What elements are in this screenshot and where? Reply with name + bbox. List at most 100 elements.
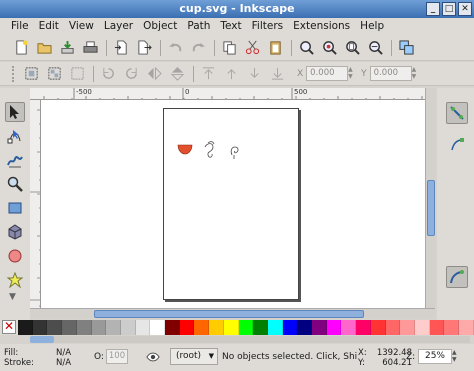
close-button[interactable]: ✕ xyxy=(458,2,472,16)
deselect-button[interactable] xyxy=(68,64,87,83)
spiral-curve-shape[interactable] xyxy=(204,143,214,158)
fill-value[interactable]: N/A xyxy=(56,348,71,358)
color-swatch[interactable] xyxy=(370,320,386,335)
color-swatch[interactable] xyxy=(444,320,460,335)
layer-dropdown[interactable]: (root) ▼ xyxy=(170,348,218,365)
horizontal-scroll-thumb[interactable] xyxy=(94,310,364,318)
color-swatch[interactable] xyxy=(18,320,33,335)
layer-visibility-eye-icon[interactable] xyxy=(146,350,160,364)
snap-nodes-toggle[interactable] xyxy=(446,266,468,288)
zoom-width-button[interactable] xyxy=(366,38,385,57)
color-swatch[interactable] xyxy=(253,320,268,335)
print-button[interactable] xyxy=(81,38,100,57)
color-swatch[interactable] xyxy=(297,320,313,335)
maximize-button[interactable]: □ xyxy=(442,2,456,16)
more-tools-chevron-icon[interactable]: ▼ xyxy=(9,292,16,302)
vertical-scrollbar[interactable] xyxy=(425,88,435,308)
flip-horizontal-button[interactable] xyxy=(145,64,164,83)
color-swatch[interactable] xyxy=(47,320,63,335)
color-swatch[interactable] xyxy=(385,320,401,335)
drawing-canvas[interactable] xyxy=(41,100,425,308)
zoom-stepper[interactable]: ▲ ▼ xyxy=(452,349,460,364)
lower-to-bottom-button[interactable] xyxy=(268,64,287,83)
menu-edit[interactable]: Edit xyxy=(34,18,64,35)
color-swatch[interactable] xyxy=(459,320,474,335)
menu-help[interactable]: Help xyxy=(355,18,389,35)
menu-view[interactable]: View xyxy=(64,18,99,35)
menu-text[interactable]: Text xyxy=(215,18,246,35)
y-coord-input[interactable]: 0.000 xyxy=(369,66,412,81)
color-swatch[interactable] xyxy=(414,320,430,335)
color-swatch[interactable] xyxy=(62,320,77,335)
3d-box-tool[interactable] xyxy=(5,222,25,242)
cut-button[interactable] xyxy=(243,38,262,57)
color-swatch[interactable] xyxy=(429,320,445,335)
snap-bbox-toggle[interactable] xyxy=(446,134,468,156)
x-coord-input[interactable]: 0.000 xyxy=(306,66,349,81)
color-swatch[interactable] xyxy=(238,320,254,335)
raise-to-top-button[interactable] xyxy=(199,64,218,83)
color-swatch[interactable] xyxy=(150,320,166,335)
document-page[interactable] xyxy=(163,108,299,300)
color-swatch[interactable] xyxy=(106,320,121,335)
save-button[interactable] xyxy=(58,38,77,57)
color-swatch[interactable] xyxy=(356,320,371,335)
copy-button[interactable] xyxy=(220,38,239,57)
menu-object[interactable]: Object xyxy=(138,18,182,35)
node-tool[interactable] xyxy=(5,126,25,146)
duplicate-button[interactable] xyxy=(397,38,416,57)
menu-path[interactable]: Path xyxy=(182,18,215,35)
no-paint-swatch[interactable] xyxy=(2,319,16,334)
palette-scrollbar[interactable] xyxy=(30,336,470,343)
ellipse-tool[interactable] xyxy=(5,246,25,266)
select-all-button[interactable] xyxy=(22,64,41,83)
color-swatch[interactable] xyxy=(135,320,151,335)
paste-button[interactable] xyxy=(266,38,285,57)
zoom-input[interactable]: 25% xyxy=(418,349,452,364)
color-swatch[interactable] xyxy=(165,320,180,335)
color-swatch[interactable] xyxy=(312,320,327,335)
vertical-ruler[interactable] xyxy=(30,100,41,308)
menu-extensions[interactable]: Extensions xyxy=(288,18,355,35)
zoom-tool[interactable] xyxy=(5,174,25,194)
zoom-selection-button[interactable] xyxy=(297,38,316,57)
x-coord-stepper[interactable]: ▲ ▼ xyxy=(348,66,355,81)
export-button[interactable] xyxy=(135,38,154,57)
y-coord-stepper[interactable]: ▲ ▼ xyxy=(412,66,419,81)
color-swatch[interactable] xyxy=(223,320,239,335)
rotate-ccw-button[interactable] xyxy=(99,64,118,83)
color-swatch[interactable] xyxy=(76,320,92,335)
palette-scroll-thumb[interactable] xyxy=(30,336,54,343)
open-button[interactable] xyxy=(35,38,54,57)
stroke-value[interactable]: N/A xyxy=(56,358,71,368)
cup-bowl-shape[interactable] xyxy=(177,144,193,155)
select-all-layers-button[interactable] xyxy=(45,64,64,83)
flip-vertical-button[interactable] xyxy=(168,64,187,83)
color-swatch[interactable] xyxy=(267,320,283,335)
rotate-cw-button[interactable] xyxy=(122,64,141,83)
star-tool[interactable] xyxy=(5,270,25,290)
color-swatch[interactable] xyxy=(282,320,298,335)
swirl-shape[interactable] xyxy=(230,146,239,159)
color-swatch[interactable] xyxy=(194,320,210,335)
raise-button[interactable] xyxy=(222,64,241,83)
color-swatch[interactable] xyxy=(32,320,48,335)
opacity-input[interactable]: 100 xyxy=(106,349,128,364)
redo-button[interactable] xyxy=(189,38,208,57)
tweak-tool[interactable] xyxy=(5,150,25,170)
color-swatch[interactable] xyxy=(400,320,415,335)
horizontal-ruler[interactable]: -500 0 500 xyxy=(30,88,430,100)
undo-button[interactable] xyxy=(166,38,185,57)
rectangle-tool[interactable] xyxy=(5,198,25,218)
color-swatch[interactable] xyxy=(120,320,136,335)
color-swatch[interactable] xyxy=(341,320,357,335)
selector-tool[interactable] xyxy=(5,102,25,122)
menu-filters[interactable]: Filters xyxy=(247,18,288,35)
zoom-page-button[interactable] xyxy=(343,38,362,57)
minimize-button[interactable]: _ xyxy=(426,2,440,16)
enable-snapping-toggle[interactable] xyxy=(446,102,468,124)
color-swatch[interactable] xyxy=(209,320,224,335)
lower-button[interactable] xyxy=(245,64,264,83)
horizontal-scrollbar[interactable] xyxy=(30,308,435,318)
menu-layer[interactable]: Layer xyxy=(99,18,138,35)
